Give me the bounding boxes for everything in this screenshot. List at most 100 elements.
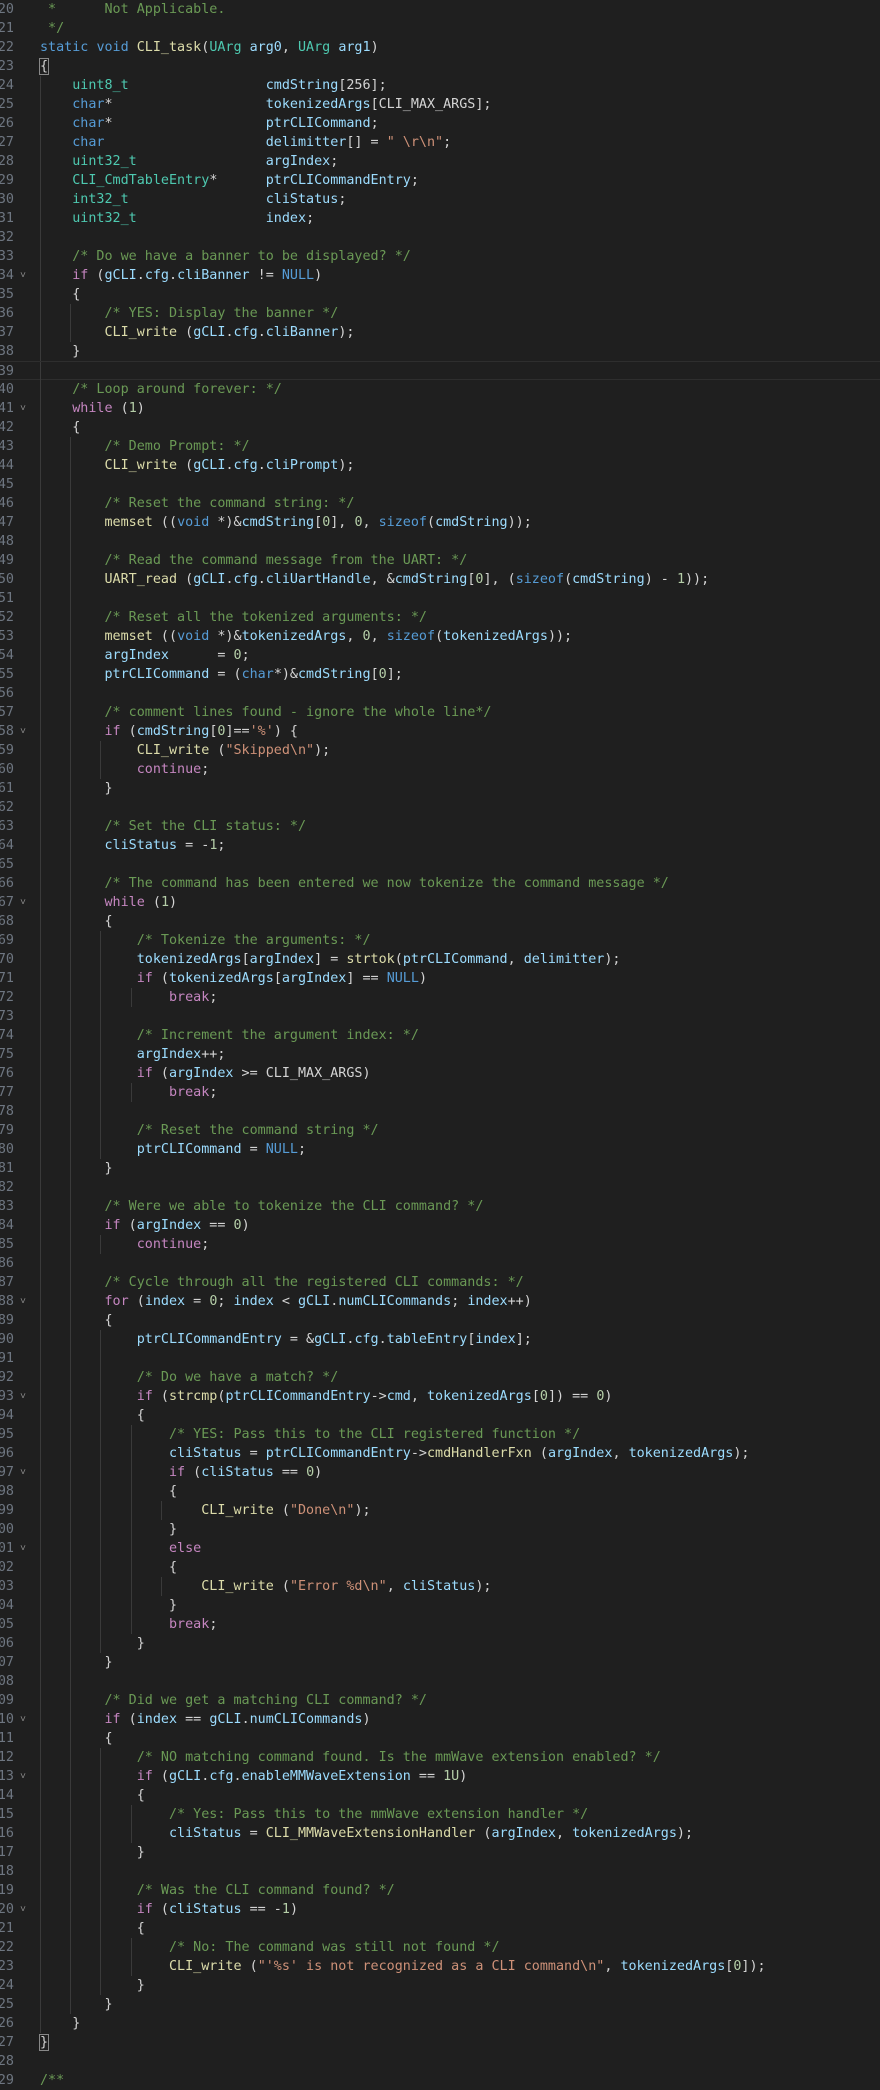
- code-line[interactable]: 37 CLI_write (gCLI.cfg.cliBanner);: [0, 323, 880, 342]
- code-line[interactable]: 70 tokenizedArgs[argIndex] = strtok(ptrC…: [0, 950, 880, 969]
- code-line[interactable]: 79 /* Reset the command string */: [0, 1121, 880, 1140]
- fold-chevron-icon[interactable]: ˅: [17, 266, 29, 285]
- code-line[interactable]: 46 /* Reset the command string: */: [0, 494, 880, 513]
- code-line[interactable]: 82: [0, 1178, 880, 1197]
- code-line[interactable]: 32: [0, 228, 880, 247]
- fold-chevron-icon[interactable]: ˅: [17, 1900, 29, 1919]
- code-line[interactable]: 101˅ else: [0, 1539, 880, 1558]
- code-line[interactable]: 66 /* The command has been entered we no…: [0, 874, 880, 893]
- code-line[interactable]: 56: [0, 684, 880, 703]
- code-line[interactable]: 104 }: [0, 1596, 880, 1615]
- code-line[interactable]: 67 ˅ while (1): [0, 893, 880, 912]
- code-line[interactable]: 74 /* Increment the argument index: */: [0, 1026, 880, 1045]
- code-line[interactable]: 57 /* comment lines found - ignore the w…: [0, 703, 880, 722]
- code-line[interactable]: 81 }: [0, 1159, 880, 1178]
- code-line[interactable]: 23 {: [0, 57, 880, 76]
- code-line[interactable]: 58 ˅ if (cmdString[0]=='%') {: [0, 722, 880, 741]
- code-line[interactable]: 51: [0, 589, 880, 608]
- code-line[interactable]: 126 }: [0, 2014, 880, 2033]
- fold-chevron-icon[interactable]: ˅: [17, 1767, 29, 1786]
- code-line[interactable]: 47 memset ((void *)&cmdString[0], 0, siz…: [0, 513, 880, 532]
- code-line[interactable]: 76 if (argIndex >= CLI_MAX_ARGS): [0, 1064, 880, 1083]
- code-line[interactable]: 49 /* Read the command message from the …: [0, 551, 880, 570]
- code-line[interactable]: 24 uint8_t cmdString[256];: [0, 76, 880, 95]
- code-line[interactable]: 102 {: [0, 1558, 880, 1577]
- code-line[interactable]: 78: [0, 1102, 880, 1121]
- code-line[interactable]: 36 /* YES: Display the banner */: [0, 304, 880, 323]
- code-line[interactable]: 95 /* YES: Pass this to the CLI register…: [0, 1425, 880, 1444]
- fold-chevron-icon[interactable]: ˅: [17, 1539, 29, 1558]
- code-line[interactable]: 31 uint32_t index;: [0, 209, 880, 228]
- code-line[interactable]: 117 }: [0, 1843, 880, 1862]
- fold-chevron-icon[interactable]: ˅: [17, 1292, 29, 1311]
- code-line[interactable]: 108: [0, 1672, 880, 1691]
- code-line[interactable]: 27 char delimitter[] = " \r\n";: [0, 133, 880, 152]
- code-line[interactable]: 120˅ if (cliStatus == -1): [0, 1900, 880, 1919]
- code-line[interactable]: 38 }: [0, 342, 880, 361]
- code-line[interactable]: 96 cliStatus = ptrCLICommandEntry->cmdHa…: [0, 1444, 880, 1463]
- fold-chevron-icon[interactable]: ˅: [17, 1387, 29, 1406]
- code-line[interactable]: 68 {: [0, 912, 880, 931]
- code-line[interactable]: 35 {: [0, 285, 880, 304]
- code-line[interactable]: 109 /* Did we get a matching CLI command…: [0, 1691, 880, 1710]
- code-line[interactable]: 106 }: [0, 1634, 880, 1653]
- code-line[interactable]: 118: [0, 1862, 880, 1881]
- code-line[interactable]: 75 argIndex++;: [0, 1045, 880, 1064]
- code-line[interactable]: 91: [0, 1349, 880, 1368]
- code-line[interactable]: 34 ˅ if (gCLI.cfg.cliBanner != NULL): [0, 266, 880, 285]
- code-line[interactable]: 99 CLI_write ("Done\n");: [0, 1501, 880, 1520]
- code-line[interactable]: 22 static void CLI_task(UArg arg0, UArg a…: [0, 38, 880, 57]
- code-line[interactable]: 124 }: [0, 1976, 880, 1995]
- code-line[interactable]: 48: [0, 532, 880, 551]
- code-line[interactable]: 40 /* Loop around forever: */: [0, 380, 880, 399]
- code-line[interactable]: 110˅ if (index == gCLI.numCLICommands): [0, 1710, 880, 1729]
- code-line[interactable]: 119 /* Was the CLI command found? */: [0, 1881, 880, 1900]
- code-line[interactable]: 60 continue;: [0, 760, 880, 779]
- code-line[interactable]: 61 }: [0, 779, 880, 798]
- code-line[interactable]: 39: [0, 361, 880, 381]
- code-line[interactable]: 94 {: [0, 1406, 880, 1425]
- code-line[interactable]: 80 ptrCLICommand = NULL;: [0, 1140, 880, 1159]
- code-line[interactable]: 88 ˅ for (index = 0; index < gCLI.numCLIC…: [0, 1292, 880, 1311]
- code-line[interactable]: 62: [0, 798, 880, 817]
- code-line[interactable]: 122 /* No: The command was still not fou…: [0, 1938, 880, 1957]
- code-line[interactable]: 125 }: [0, 1995, 880, 2014]
- code-editor[interactable]: 20 * Not Applicable. 21 */22 static void C…: [0, 0, 880, 2088]
- fold-chevron-icon[interactable]: ˅: [17, 893, 29, 912]
- fold-chevron-icon[interactable]: ˅: [17, 722, 29, 741]
- code-line[interactable]: 43 /* Demo Prompt: */: [0, 437, 880, 456]
- code-line[interactable]: 45: [0, 475, 880, 494]
- code-line[interactable]: 77 break;: [0, 1083, 880, 1102]
- code-line[interactable]: 113˅ if (gCLI.cfg.enableMMWaveExtension …: [0, 1767, 880, 1786]
- code-line[interactable]: 103 CLI_write ("Error %d\n", cliStatus);: [0, 1577, 880, 1596]
- code-line[interactable]: 84 if (argIndex == 0): [0, 1216, 880, 1235]
- fold-chevron-icon[interactable]: ˅: [17, 399, 29, 418]
- code-line[interactable]: 64 cliStatus = -1;: [0, 836, 880, 855]
- code-line[interactable]: 50 UART_read (gCLI.cfg.cliUartHandle, &c…: [0, 570, 880, 589]
- code-line[interactable]: 100 }: [0, 1520, 880, 1539]
- code-line[interactable]: 105 break;: [0, 1615, 880, 1634]
- code-line[interactable]: 65: [0, 855, 880, 874]
- code-line[interactable]: 129 /**: [0, 2071, 880, 2090]
- code-line[interactable]: 72 break;: [0, 988, 880, 1007]
- code-line[interactable]: 93 ˅ if (strcmp(ptrCLICommandEntry->cmd, …: [0, 1387, 880, 1406]
- code-line[interactable]: 26 char* ptrCLICommand;: [0, 114, 880, 133]
- code-line[interactable]: 123 CLI_write ("'%s' is not recognized a…: [0, 1957, 880, 1976]
- code-line[interactable]: 30 int32_t cliStatus;: [0, 190, 880, 209]
- code-line[interactable]: 111 {: [0, 1729, 880, 1748]
- code-line[interactable]: 83 /* Were we able to tokenize the CLI c…: [0, 1197, 880, 1216]
- code-line[interactable]: 87 /* Cycle through all the registered C…: [0, 1273, 880, 1292]
- code-line[interactable]: 107 }: [0, 1653, 880, 1672]
- code-line[interactable]: 53 memset ((void *)&tokenizedArgs, 0, si…: [0, 627, 880, 646]
- code-line[interactable]: 86: [0, 1254, 880, 1273]
- code-line[interactable]: 25 char* tokenizedArgs[CLI_MAX_ARGS];: [0, 95, 880, 114]
- code-line[interactable]: 98 {: [0, 1482, 880, 1501]
- code-line[interactable]: 112 /* NO matching command found. Is the…: [0, 1748, 880, 1767]
- code-line[interactable]: 127}: [0, 2033, 880, 2052]
- fold-chevron-icon[interactable]: ˅: [17, 1463, 29, 1482]
- code-line[interactable]: 85 continue;: [0, 1235, 880, 1254]
- code-line[interactable]: 21 */: [0, 19, 880, 38]
- code-line[interactable]: 71 if (tokenizedArgs[argIndex] == NULL): [0, 969, 880, 988]
- code-line[interactable]: 44 CLI_write (gCLI.cfg.cliPrompt);: [0, 456, 880, 475]
- code-line[interactable]: 41 ˅ while (1): [0, 399, 880, 418]
